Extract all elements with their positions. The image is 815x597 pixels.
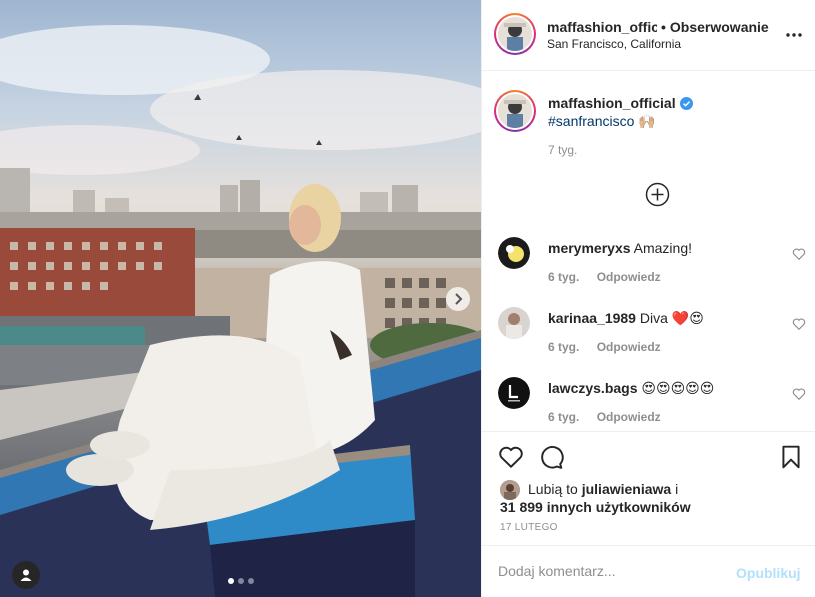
post-side-panel: maffashion_offici • Obserwowanie San Fra… bbox=[481, 0, 815, 597]
comment-time[interactable]: 6 tyg. bbox=[548, 410, 579, 424]
load-more-comments-button[interactable] bbox=[645, 182, 670, 207]
post-date[interactable]: 17 lutego bbox=[500, 522, 558, 533]
comment-heart-icon[interactable] bbox=[792, 317, 806, 331]
author-avatar[interactable] bbox=[494, 13, 536, 55]
comment-text: Diva ❤️😍 bbox=[639, 310, 704, 326]
likes-summary: Lubią to juliawieniawa i 31 899 innych u… bbox=[500, 480, 800, 516]
chevron-right-icon bbox=[455, 293, 463, 305]
more-horizontal-icon bbox=[786, 33, 802, 37]
bookmark-icon[interactable] bbox=[778, 444, 804, 470]
likes-prefix: Lubią to bbox=[528, 481, 578, 497]
liker-avatar[interactable] bbox=[500, 480, 520, 500]
likes-count-link[interactable]: 31 899 innych użytkowników bbox=[500, 498, 800, 516]
carousel-dot bbox=[247, 578, 254, 584]
comment-avatar[interactable] bbox=[498, 237, 530, 269]
comment-bubble-icon[interactable] bbox=[538, 444, 564, 470]
user-tag-icon bbox=[20, 569, 32, 581]
carousel-next-button[interactable] bbox=[446, 287, 470, 311]
post-location[interactable]: San Francisco, California bbox=[547, 36, 787, 52]
likes-conjunction: i bbox=[675, 481, 679, 497]
comment-text: Amazing! bbox=[633, 240, 692, 256]
follow-status-button[interactable]: Obserwowanie bbox=[670, 18, 769, 36]
caption-hashtag[interactable]: #sanfrancisco bbox=[548, 113, 634, 129]
add-comment-form: Opublikuj bbox=[482, 545, 815, 597]
comment-username[interactable]: karinaa_1989 bbox=[548, 310, 636, 326]
comment-reply-button[interactable]: Odpowiedz bbox=[597, 340, 661, 354]
carousel-dots bbox=[0, 578, 481, 584]
author-avatar-image bbox=[498, 17, 532, 51]
comment-text: 😍😍😍😍😍 bbox=[641, 380, 715, 396]
tagged-users-button[interactable] bbox=[12, 561, 40, 589]
post-actions-section: Lubią to juliawieniawa i 31 899 innych u… bbox=[482, 431, 815, 597]
add-comment-input[interactable] bbox=[498, 563, 728, 579]
comment-heart-icon[interactable] bbox=[792, 247, 806, 261]
post-photo[interactable] bbox=[0, 0, 481, 597]
header-separator: • bbox=[661, 19, 666, 35]
caption-username[interactable]: maffashion_official bbox=[548, 95, 676, 111]
post-header: maffashion_offici • Obserwowanie San Fra… bbox=[482, 0, 815, 71]
comment-heart-icon[interactable] bbox=[792, 387, 806, 401]
publish-comment-button[interactable]: Opublikuj bbox=[736, 565, 801, 581]
plus-circle-icon bbox=[645, 182, 670, 207]
more-options-button[interactable] bbox=[784, 26, 804, 44]
comment-username[interactable]: merymeryxs bbox=[548, 240, 631, 256]
comment-avatar[interactable] bbox=[498, 307, 530, 339]
liker-username[interactable]: juliawieniawa bbox=[582, 481, 671, 497]
comment-reply-button[interactable]: Odpowiedz bbox=[597, 410, 661, 424]
verified-badge-icon bbox=[679, 97, 693, 110]
caption-time[interactable]: 7 tyg. bbox=[548, 143, 577, 157]
caption-emoji: 🙌🏼 bbox=[638, 113, 656, 129]
caption-avatar-image bbox=[498, 94, 532, 128]
header-username[interactable]: maffashion_offici bbox=[547, 18, 657, 36]
heart-icon[interactable] bbox=[498, 444, 524, 470]
carousel-dot-active bbox=[227, 578, 234, 584]
comment-username[interactable]: lawczys.bags bbox=[548, 380, 638, 396]
comment-time[interactable]: 6 tyg. bbox=[548, 270, 579, 284]
caption-author-avatar[interactable] bbox=[494, 90, 536, 132]
comment-avatar[interactable] bbox=[498, 377, 530, 409]
carousel-dot bbox=[237, 578, 244, 584]
photo-scene bbox=[0, 25, 481, 597]
comment-time[interactable]: 6 tyg. bbox=[548, 340, 579, 354]
comment-reply-button[interactable]: Odpowiedz bbox=[597, 270, 661, 284]
